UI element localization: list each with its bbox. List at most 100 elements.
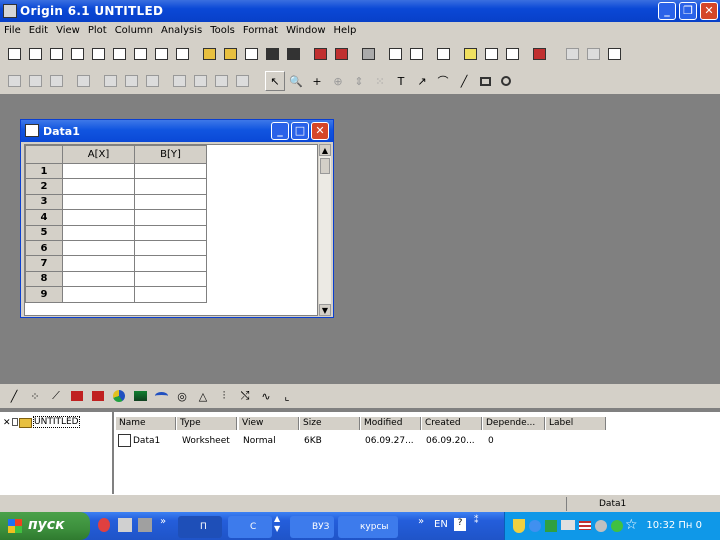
tray-icon-4[interactable] — [561, 520, 575, 530]
quicklaunch-icon-2[interactable] — [118, 518, 132, 532]
folder-name[interactable]: UNTITLED — [33, 416, 80, 428]
draw-data-icon[interactable]: ⁙ — [370, 71, 390, 91]
scroll-up-icon[interactable]: ▲ — [319, 144, 331, 156]
row-header[interactable]: 8 — [25, 270, 63, 288]
task-scroll-icon[interactable]: ▲ ▼ — [274, 514, 280, 534]
tray-icon-6[interactable] — [595, 520, 607, 532]
cell[interactable] — [134, 286, 207, 303]
cell[interactable] — [134, 255, 207, 272]
new-notes-icon[interactable] — [151, 44, 171, 64]
zoom-icon[interactable]: 🔍 — [286, 71, 306, 91]
scroll-down-icon[interactable]: ▼ — [319, 304, 331, 316]
front-disabled-icon[interactable] — [169, 71, 189, 91]
save-template-icon[interactable] — [283, 44, 303, 64]
polar-plot-icon[interactable]: ◎ — [172, 386, 192, 406]
tray-icon-3[interactable] — [545, 520, 557, 532]
script-window-icon[interactable] — [481, 44, 501, 64]
cell[interactable] — [134, 224, 207, 241]
row-header[interactable]: 7 — [25, 255, 63, 272]
col-created[interactable]: Created — [422, 417, 482, 430]
help-icon[interactable]: ? — [454, 518, 466, 531]
restore-button[interactable]: ❐ — [679, 2, 697, 20]
cell[interactable] — [134, 239, 207, 257]
new-excel-icon[interactable] — [109, 44, 129, 64]
col-view[interactable]: View — [239, 417, 299, 430]
shield-icon[interactable] — [513, 519, 525, 533]
language-indicator[interactable]: EN — [434, 519, 448, 530]
flag-icon[interactable] — [579, 521, 591, 530]
line-tool-icon[interactable]: ╱ — [454, 71, 474, 91]
new-layout-icon[interactable] — [130, 44, 150, 64]
row-header[interactable]: 9 — [25, 286, 63, 303]
zoom-in-disabled-icon[interactable] — [4, 71, 24, 91]
curved-arrow-icon[interactable]: ⌒ — [433, 71, 453, 91]
vertical-scrollbar[interactable]: ▲ ▼ — [319, 144, 331, 316]
row-header[interactable]: 6 — [25, 239, 63, 257]
open-icon[interactable] — [199, 44, 219, 64]
menu-edit[interactable]: Edit — [25, 22, 52, 39]
cut-icon[interactable] — [562, 44, 582, 64]
tasks-expand-icon[interactable]: » — [418, 516, 424, 527]
data-selector-icon[interactable]: ⇕ — [349, 71, 369, 91]
column-header-b[interactable]: B[Y] — [134, 145, 207, 164]
print-icon[interactable] — [358, 44, 378, 64]
cell[interactable] — [134, 193, 207, 211]
cell[interactable] — [62, 162, 135, 180]
col-label[interactable]: Label — [546, 417, 606, 430]
paste-icon[interactable] — [604, 44, 624, 64]
col-modified[interactable]: Modified — [361, 417, 421, 430]
spline-plot-icon[interactable]: ∿ — [256, 386, 276, 406]
quicklaunch-icon-3[interactable] — [138, 518, 152, 532]
cell[interactable] — [134, 209, 207, 226]
whole-page-disabled-icon[interactable] — [46, 71, 66, 91]
copy-icon[interactable] — [583, 44, 603, 64]
new-worksheet-icon[interactable] — [25, 44, 45, 64]
new-function-icon[interactable] — [88, 44, 108, 64]
quicklaunch-icon-1[interactable] — [98, 518, 110, 532]
import-multiple-ascii-icon[interactable] — [331, 44, 351, 64]
new-project-icon[interactable] — [4, 44, 24, 64]
cell[interactable] — [62, 178, 135, 195]
cell[interactable] — [62, 239, 135, 257]
ternary-plot-icon[interactable]: △ — [193, 386, 213, 406]
import-ascii-icon[interactable] — [310, 44, 330, 64]
row-header[interactable]: 5 — [25, 224, 63, 241]
col-type[interactable]: Type — [177, 417, 237, 430]
tray-icon-7[interactable] — [611, 520, 623, 532]
row-header[interactable]: 3 — [25, 193, 63, 211]
menu-window[interactable]: Window — [282, 22, 329, 39]
menu-help[interactable]: Help — [330, 22, 361, 39]
group-disabled-icon[interactable] — [100, 71, 120, 91]
row-header[interactable]: 4 — [25, 209, 63, 226]
tray-icon-2[interactable] — [529, 520, 541, 532]
fill-area-icon[interactable] — [151, 386, 171, 406]
row-header[interactable]: 2 — [25, 178, 63, 195]
duplicate-icon[interactable] — [385, 44, 405, 64]
language-bar-icon[interactable]: ⁑ — [474, 516, 479, 526]
item-name[interactable]: Data1 — [133, 434, 177, 448]
line-plot-icon[interactable]: ╱ — [4, 386, 24, 406]
menu-format[interactable]: Format — [239, 22, 282, 39]
screen-reader-icon[interactable]: + — [307, 71, 327, 91]
task-button-3[interactable]: ВУЗ — [290, 516, 334, 538]
pane-close-icon[interactable]: ✕ — [3, 418, 11, 428]
circle-tool-icon[interactable] — [496, 71, 516, 91]
close-button[interactable]: ✕ — [700, 2, 718, 20]
open-excel-icon[interactable] — [220, 44, 240, 64]
start-button[interactable]: пуск — [0, 512, 90, 540]
project-explorer-icon[interactable] — [433, 44, 453, 64]
cell[interactable] — [62, 286, 135, 303]
layer-disabled-icon[interactable] — [142, 71, 162, 91]
vector-plot-icon[interactable]: ⤭ — [235, 386, 255, 406]
timer-disabled-icon[interactable] — [232, 71, 252, 91]
star-icon[interactable]: ☆ — [625, 517, 638, 533]
template-plot-icon[interactable]: ⌞ — [277, 386, 297, 406]
cell[interactable] — [62, 224, 135, 241]
back-disabled-icon[interactable] — [190, 71, 210, 91]
new-matrix-icon[interactable] — [67, 44, 87, 64]
quicklaunch-expand-icon[interactable]: » — [160, 516, 166, 527]
menu-column[interactable]: Column — [111, 22, 157, 39]
pie-chart-icon[interactable] — [109, 386, 129, 406]
task-button-4[interactable]: курсы — [338, 516, 398, 538]
cell[interactable] — [62, 255, 135, 272]
